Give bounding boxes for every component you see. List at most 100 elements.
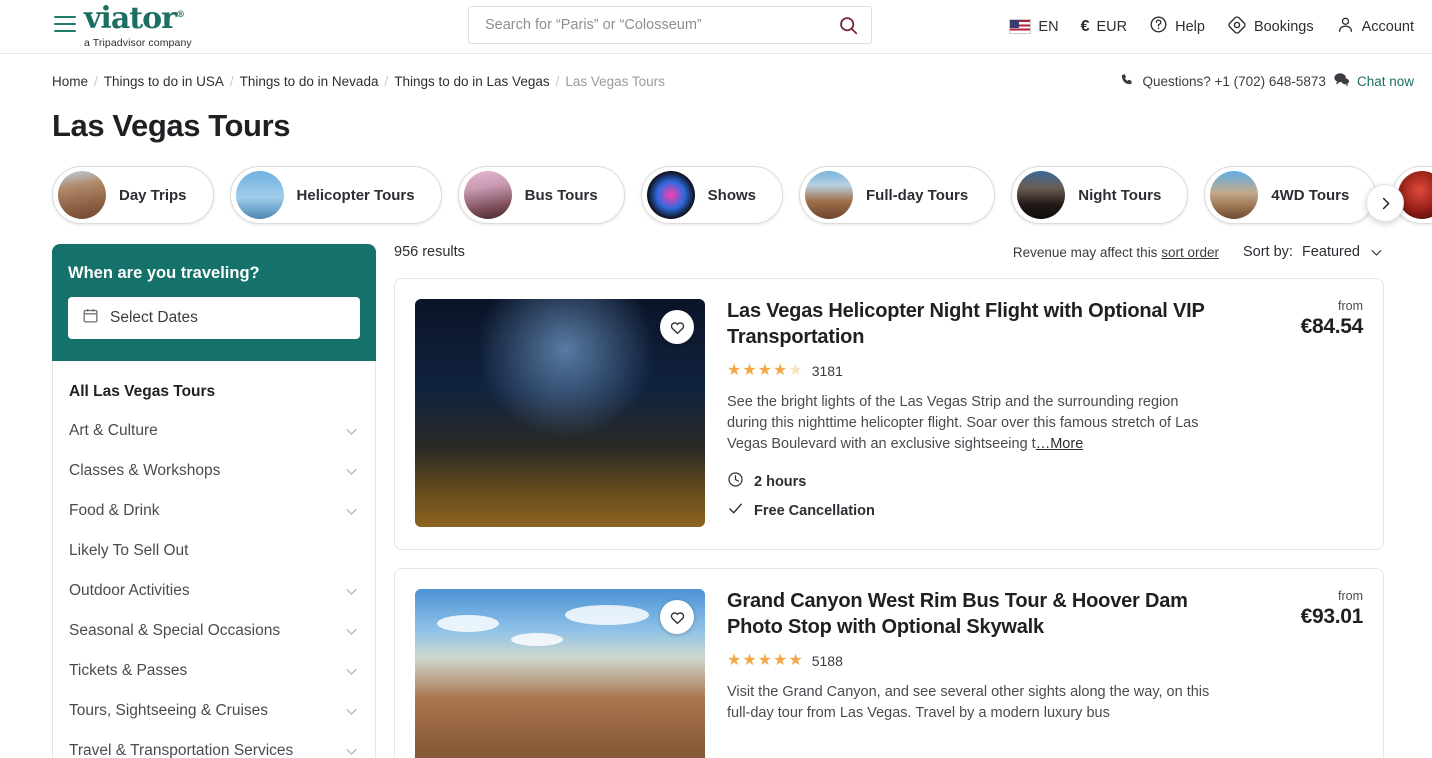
category-pill-4wd-tours[interactable]: 4WD Tours [1204,166,1377,224]
logo-tagline: a Tripadvisor company [84,37,192,49]
result-thumbnail[interactable] [415,589,705,758]
category-thumbnail [1210,171,1259,219]
breadcrumb-item-las-vegas[interactable]: Things to do in Las Vegas [394,74,549,89]
result-title[interactable]: Grand Canyon West Rim Bus Tour & Hoover … [727,589,1219,640]
site-header: viator® a Tripadvisor company EN € EUR [0,0,1432,54]
result-rating: ★ ★ ★ ★ ★ 3181 [727,362,1219,380]
category-label: Night Tours [1078,186,1162,204]
main-content: When are you traveling? Select Dates All… [0,224,1432,758]
sort-order-link[interactable]: sort order [1161,245,1219,260]
hamburger-icon[interactable] [54,16,76,32]
result-rating: ★ ★ ★ ★ ★ 5188 [727,653,1219,670]
filter-item-tickets-passes[interactable]: Tickets & Passes [69,651,359,691]
help-icon [1149,15,1168,38]
chevron-down-icon[interactable] [344,424,359,439]
result-thumbnail[interactable] [415,299,705,527]
chevron-right-icon[interactable] [1366,184,1404,222]
result-card[interactable]: Grand Canyon West Rim Bus Tour & Hoover … [394,568,1384,758]
sort-by-dropdown[interactable]: Sort by: Featured [1243,244,1384,260]
category-pill-bus-tours[interactable]: Bus Tours [457,166,625,224]
chevron-down-icon[interactable] [344,664,359,679]
category-pill-shows[interactable]: Shows [640,166,784,224]
bookings-link[interactable]: Bookings [1227,15,1314,39]
category-pill-day-trips[interactable]: Day Trips [52,166,214,224]
logo-wordmark: viator® [84,1,185,36]
category-pill-night-tours[interactable]: Night Tours [1011,166,1189,224]
breadcrumb-separator: / [384,73,389,89]
select-dates-button[interactable]: Select Dates [68,297,360,339]
contact-text: Questions? +1 (702) 648-5873 [1142,73,1326,89]
chevron-down-icon[interactable] [344,744,359,758]
result-title[interactable]: Las Vegas Helicopter Night Flight with O… [727,299,1219,350]
category-thumbnail [1017,171,1066,219]
filter-label: Seasonal & Special Occasions [69,622,281,639]
filter-item-seasonal-special-occasions[interactable]: Seasonal & Special Occasions [69,611,359,651]
category-carousel: Day Trips Helicopter Tours Bus Tours Sho… [0,144,1432,224]
result-card[interactable]: Las Vegas Helicopter Night Flight with O… [394,278,1384,551]
breadcrumb-separator: / [94,73,98,89]
account-link[interactable]: Account [1336,15,1414,38]
result-details: Las Vegas Helicopter Night Flight with O… [727,299,1219,529]
category-thumbnail [1398,171,1432,219]
category-thumbnail [646,171,695,219]
result-description: See the bright lights of the Las Vegas S… [727,392,1219,455]
breadcrumb-item-home[interactable]: Home [52,74,88,89]
language-selector[interactable]: EN [1009,19,1059,35]
wishlist-heart-icon[interactable] [660,310,694,344]
breadcrumb-row: Home / Things to do in USA / Things to d… [0,54,1432,90]
price-from-label: from [1338,299,1363,313]
breadcrumb-item-usa[interactable]: Things to do in USA [104,74,224,89]
filter-item-food-drink[interactable]: Food & Drink [69,491,359,531]
currency-selector[interactable]: € EUR [1081,18,1128,36]
filter-label: Travel & Transportation Services [69,742,294,758]
filter-item-likely-to-sell-out[interactable]: Likely To Sell Out [69,531,359,571]
category-pill-helicopter-tours[interactable]: Helicopter Tours [229,166,442,224]
search-bar[interactable] [468,6,872,44]
cancellation-label: Free Cancellation [754,502,875,519]
results-count: 956 results [394,244,465,260]
us-flag-icon [1009,19,1032,34]
chevron-down-icon[interactable] [1369,245,1384,260]
category-pill-full-day-tours[interactable]: Full-day Tours [799,166,996,224]
wishlist-heart-icon[interactable] [660,600,694,635]
chevron-down-icon[interactable] [344,464,359,479]
account-icon [1336,15,1355,38]
duration-label: 2 hours [754,473,807,490]
result-price: from €93.01 [1241,589,1364,758]
chevron-down-icon[interactable] [344,584,359,599]
filter-item-outdoor-activities[interactable]: Outdoor Activities [69,571,359,611]
results-column: 956 results Revenue may affect this sort… [394,244,1384,758]
filters-heading: All Las Vegas Tours [69,383,216,400]
filter-item-tours-sightseeing-cruises[interactable]: Tours, Sightseeing & Cruises [69,691,359,731]
chevron-down-icon[interactable] [344,624,359,639]
filter-label: Tours, Sightseeing & Cruises [69,702,269,719]
result-cancellation: Free Cancellation [727,500,1219,521]
contact-info: Questions? +1 (702) 648-5873 Chat now [1120,72,1414,90]
price-from-label: from [1338,589,1363,604]
chat-now-link[interactable]: Chat now [1357,74,1414,89]
select-dates-label: Select Dates [110,309,198,326]
category-label: Bus Tours [524,186,598,204]
viator-logo[interactable]: viator® a Tripadvisor company [84,1,192,50]
help-label: Help [1175,18,1205,35]
sort-by-value: Featured [1301,244,1360,260]
search-input[interactable] [485,17,838,33]
filter-label: Food & Drink [69,502,160,519]
result-details: Grand Canyon West Rim Bus Tour & Hoover … [727,589,1219,758]
breadcrumb-item-nevada[interactable]: Things to do in Nevada [240,74,379,89]
filter-item-classes-workshops[interactable]: Classes & Workshops [69,451,359,491]
filter-item-art-culture[interactable]: Art & Culture [69,411,359,451]
header-actions: EN € EUR Help Bookings Account [1009,15,1414,39]
search-icon[interactable] [838,15,859,36]
filter-label: Art & Culture [69,422,158,439]
revenue-disclaimer: Revenue may affect this sort order [1013,245,1219,260]
help-link[interactable]: Help [1149,15,1205,38]
chevron-down-icon[interactable] [344,504,359,519]
sort-by-label: Sort by: [1242,244,1293,260]
breadcrumb: Home / Things to do in USA / Things to d… [52,74,665,89]
chevron-down-icon[interactable] [344,704,359,719]
more-link[interactable]: …More [1036,436,1084,452]
star-rating-icon: ★ ★ ★ ★ ★ [727,362,803,380]
filter-item-travel-transportation-services[interactable]: Travel & Transportation Services [69,731,359,758]
check-icon [727,500,744,521]
